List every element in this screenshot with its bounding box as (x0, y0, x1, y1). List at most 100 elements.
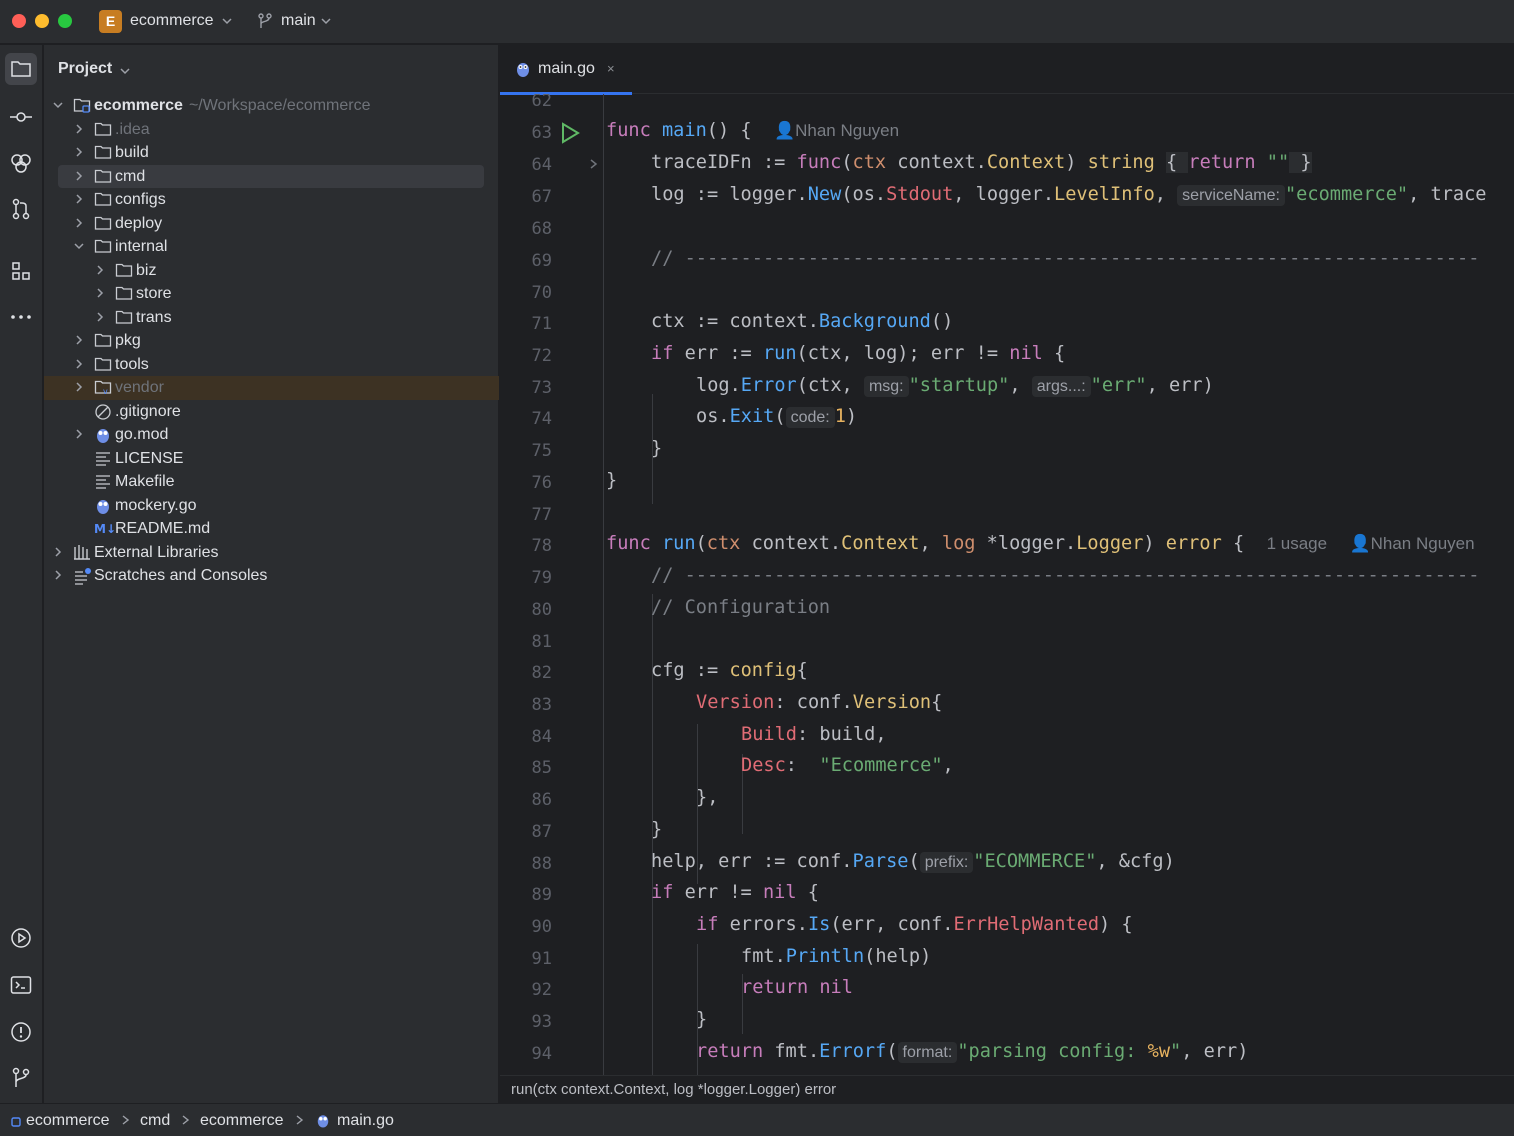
run-gutter-icon[interactable] (560, 122, 580, 144)
panel-title[interactable]: Project (58, 60, 112, 78)
chevron-right-icon[interactable] (94, 311, 106, 323)
chevron-right-icon[interactable] (94, 287, 106, 299)
signature-text[interactable]: run(ctx context.Context, log *logger.Log… (511, 1081, 836, 1098)
project-tool-button[interactable] (5, 53, 37, 85)
run-tool-button[interactable] (5, 922, 37, 954)
tree-item[interactable]: tools (44, 353, 499, 376)
tree-item[interactable]: .idea (44, 118, 499, 141)
tree-item-label: internal (115, 238, 168, 255)
chevron-right-icon[interactable] (73, 170, 85, 182)
line-number: 74 (531, 409, 552, 429)
fold-expand-icon[interactable] (589, 158, 599, 170)
branch-selector[interactable]: main (281, 12, 316, 30)
chevron-down-icon[interactable] (73, 240, 85, 252)
chevron-right-icon[interactable] (73, 193, 85, 205)
tree-item[interactable]: ecommerce ~/Workspace/ecommerce (44, 94, 499, 117)
chevron-right-icon[interactable] (52, 569, 64, 581)
window-close-button[interactable] (12, 14, 26, 28)
chevron-right-icon[interactable] (73, 217, 85, 229)
tree-item[interactable]: M↓ README.md (44, 517, 499, 540)
more-tools-button[interactable] (5, 301, 37, 333)
tree-item[interactable]: Scratches and Consoles (44, 564, 499, 587)
signature-bar: run(ctx context.Context, log *logger.Log… (500, 1075, 1514, 1103)
breadcrumb-item[interactable]: main.go (337, 1112, 394, 1130)
code-line-78: func run(ctx context.Context, log *logge… (606, 533, 1475, 554)
structure-tool-button[interactable] (5, 255, 37, 287)
tree-item-label: pkg (115, 332, 141, 349)
tree-item[interactable]: trans (44, 306, 499, 329)
tree-item-label: build (115, 144, 149, 161)
user-icon: 👤 (773, 121, 796, 140)
line-number: 89 (531, 885, 552, 905)
author-inlay[interactable]: 👤Nhan Nguyen (1349, 534, 1474, 553)
commit-tool-button[interactable] (5, 101, 37, 133)
code-line-83: Version: conf.Version{ (696, 692, 943, 713)
chevron-down-icon[interactable] (320, 15, 332, 27)
problems-tool-button[interactable] (5, 1016, 37, 1048)
chevron-right-icon[interactable] (73, 334, 85, 346)
tab-close-button[interactable]: × (607, 61, 615, 76)
tree-item[interactable]: cmd (44, 164, 499, 188)
tree-item[interactable]: biz (44, 259, 499, 282)
code-line-69: // -------------------------------------… (651, 248, 1480, 269)
breadcrumb-item[interactable]: ecommerce (200, 1112, 284, 1130)
tree-item[interactable]: store (44, 282, 499, 305)
chevron-right-icon (122, 1115, 130, 1125)
module-icon (11, 1117, 21, 1127)
tree-item[interactable]: mockery.go (44, 494, 499, 517)
line-number: 87 (531, 822, 552, 842)
chevron-right-icon[interactable] (73, 358, 85, 370)
tree-item[interactable]: .gitignore (44, 400, 499, 423)
services-tool-button[interactable] (5, 147, 37, 179)
tree-item[interactable]: go.mod (44, 423, 499, 446)
code-area[interactable]: 62 63 64 67 68 69 70 71 72 73 74 75 76 77 78 79 80 81 82 83… (500, 94, 1514, 1075)
tree-item[interactable]: LICENSE (44, 447, 499, 470)
line-number: 81 (531, 632, 552, 652)
chevron-right-icon (182, 1115, 190, 1125)
svg-text:v: v (103, 387, 108, 395)
project-badge[interactable]: E (99, 10, 122, 33)
user-icon: 👤 (1349, 534, 1371, 553)
author-inlay[interactable]: 👤Nhan Nguyen (774, 121, 899, 140)
chevron-right-icon[interactable] (73, 428, 85, 440)
terminal-tool-button[interactable] (5, 969, 37, 1001)
tree-item[interactable]: External Libraries (44, 541, 499, 564)
code-line-93: } (696, 1009, 708, 1030)
git-branch-icon[interactable] (256, 12, 274, 30)
code-line-71: ctx := context.Background() (651, 311, 954, 332)
chevron-right-icon[interactable] (94, 264, 106, 276)
git-tool-button[interactable] (5, 1062, 37, 1094)
tree-item-label: .idea (115, 120, 150, 138)
breadcrumb-item[interactable]: cmd (140, 1112, 170, 1130)
project-panel: Project ecommerce ~/Workspace/ecommerce .i… (44, 45, 499, 1103)
code-line-92: return nil (741, 977, 853, 998)
tree-item-label: .gitignore (115, 402, 181, 420)
chevron-right-icon[interactable] (73, 123, 85, 135)
project-selector[interactable]: ecommerce (130, 12, 214, 30)
chevron-right-icon[interactable] (73, 146, 85, 158)
scratches-icon (73, 567, 93, 592)
tree-item[interactable]: v vendor (44, 376, 499, 400)
pull-requests-tool-button[interactable] (5, 193, 37, 225)
window-minimize-button[interactable] (35, 14, 49, 28)
window-maximize-button[interactable] (58, 14, 72, 28)
tree-item-path: ~/Workspace/ecommerce (188, 97, 371, 114)
chevron-right-icon[interactable] (52, 546, 64, 558)
chevron-down-icon[interactable] (221, 15, 233, 27)
tree-item[interactable]: build (44, 141, 499, 164)
tree-item[interactable]: configs (44, 188, 499, 211)
chevron-down-icon[interactable] (119, 65, 131, 77)
usages-inlay[interactable]: 1 usage (1267, 534, 1328, 553)
tree-item[interactable]: pkg (44, 329, 499, 352)
code-line-88: help, err := conf.Parse(prefix: "ECOMMERC… (651, 851, 1175, 873)
git-branch-icon (12, 1067, 30, 1087)
breadcrumb-item[interactable]: ecommerce (26, 1112, 110, 1130)
chevron-right-icon[interactable] (73, 381, 85, 393)
chevron-down-icon[interactable] (52, 99, 64, 111)
tree-item[interactable]: deploy (44, 212, 499, 235)
tree-item[interactable]: internal (44, 235, 499, 258)
line-number: 62 (531, 94, 552, 111)
tree-item[interactable]: Makefile (44, 470, 499, 493)
tool-window-strip (0, 45, 43, 1103)
tab-main-go[interactable]: main.go × (500, 45, 632, 95)
